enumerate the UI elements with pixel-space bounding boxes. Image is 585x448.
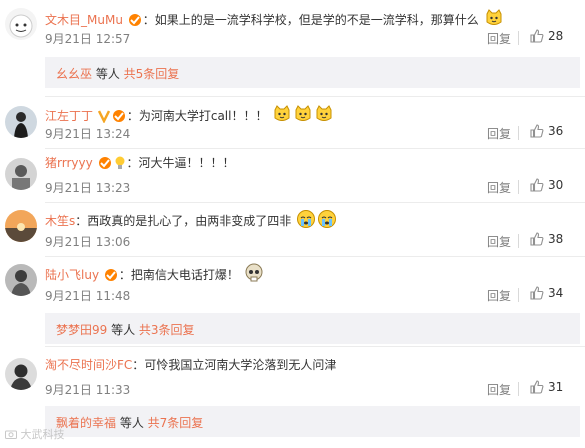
comment-item: 猪rrryyy ：河大牛逼！！！！ 9月21日 13:23 回复 30 — [0, 148, 585, 202]
divider — [518, 126, 519, 140]
comment-item: 文木目_MuMu ：如果上的是一流学科学校，但是学的不是一流学科，那算什么 9月… — [0, 0, 585, 90]
reply-button[interactable]: 回复 — [487, 287, 511, 304]
watermark: 大武科技 — [5, 426, 65, 442]
reply-button[interactable]: 回复 — [487, 179, 511, 196]
reply-button[interactable]: 回复 — [487, 125, 511, 142]
like-button[interactable]: 34 — [530, 286, 563, 300]
thumbs-up-icon — [530, 286, 544, 300]
avatar[interactable] — [5, 358, 37, 390]
comment-time: 9月21日 12:57 — [45, 32, 131, 46]
cat-face-emoji-icon — [272, 104, 292, 128]
divider — [518, 31, 519, 45]
like-button[interactable]: 31 — [530, 380, 563, 394]
like-count: 31 — [548, 380, 564, 394]
view-replies-link[interactable]: 共3条回复 — [139, 323, 195, 337]
username-link[interactable]: 木笙s — [45, 214, 75, 228]
view-replies-link[interactable]: 共5条回复 — [124, 67, 180, 81]
like-button[interactable]: 38 — [530, 232, 563, 246]
thumbs-up-icon — [530, 124, 544, 138]
crying-face-emoji-icon — [317, 209, 337, 233]
reply-button[interactable]: 回复 — [487, 233, 511, 250]
username-link[interactable]: 淘不尽时间沙FC — [45, 358, 132, 372]
sub-replies-box: 梦梦田99 等人 共3条回复 — [45, 313, 580, 344]
cat-face-emoji-icon — [314, 104, 334, 128]
comment-item: 江左丁丁 ：为河南大学打call！！！ 9月21日 13:24 回复 36 — [0, 96, 585, 148]
comment-text: 把南信大电话打爆！ — [130, 268, 239, 282]
comment-line: 文木目_MuMu ：如果上的是一流学科学校，但是学的不是一流学科，那算什么 — [45, 8, 504, 32]
like-button[interactable]: 30 — [530, 178, 563, 192]
sub-reply-suffix: 等人 — [116, 416, 148, 430]
sub-reply-user[interactable]: 幺幺巫 — [56, 67, 92, 81]
comment-text: 可怜我国立河南大学沦落到无人问津 — [144, 358, 337, 372]
sub-reply-user[interactable]: 梦梦田99 — [56, 323, 107, 337]
avatar[interactable] — [5, 210, 37, 242]
comment-text: 西政真的是扎心了，由两非变成了四非 — [87, 214, 292, 228]
thumbs-up-icon — [530, 178, 544, 192]
avatar[interactable] — [5, 8, 37, 40]
like-button[interactable]: 28 — [530, 29, 563, 43]
thumbs-up-icon — [530, 380, 544, 394]
username-link[interactable]: 猪rrryyy — [45, 156, 93, 170]
comment-text: 河大牛逼！！！！ — [138, 156, 235, 170]
divider — [518, 180, 519, 194]
cat-face-emoji-icon — [484, 8, 504, 32]
reply-button[interactable]: 回复 — [487, 381, 511, 398]
reply-button[interactable]: 回复 — [487, 30, 511, 47]
camera-icon — [5, 430, 17, 439]
thumbs-up-icon — [530, 29, 544, 43]
avatar[interactable] — [5, 158, 37, 190]
comment-time: 9月21日 13:24 — [45, 127, 131, 141]
crying-face-emoji-icon — [296, 209, 316, 233]
comment-text: 如果上的是一流学科学校，但是学的不是一流学科，那算什么 — [154, 13, 479, 27]
skull-face-emoji-icon — [244, 263, 264, 287]
sub-reply-suffix: 等人 — [92, 67, 124, 81]
like-count: 30 — [548, 178, 564, 192]
sub-reply-suffix: 等人 — [107, 323, 139, 337]
comment-time: 9月21日 11:48 — [45, 289, 131, 303]
comment-text: 为河南大学打call！！！ — [138, 109, 268, 123]
like-count: 36 — [548, 124, 564, 138]
comment-time: 9月21日 11:33 — [45, 383, 131, 397]
divider — [518, 382, 519, 396]
like-count: 34 — [548, 286, 564, 300]
vip-badge-icon — [104, 268, 118, 286]
cat-face-emoji-icon — [293, 104, 313, 128]
divider — [518, 288, 519, 302]
view-replies-link[interactable]: 共7条回复 — [148, 416, 204, 430]
username-link[interactable]: 江左丁丁 — [45, 109, 93, 123]
vip-badge-icon — [98, 156, 112, 174]
avatar[interactable] — [5, 264, 37, 296]
divider — [518, 234, 519, 248]
like-count: 38 — [548, 232, 564, 246]
watermark-text: 大武科技 — [20, 428, 65, 441]
username-link[interactable]: 文木目_MuMu — [45, 13, 123, 27]
comment-item: 陆小飞luy ：把南信大电话打爆！ 9月21日 11:48 回复 34 梦梦田9… — [0, 256, 585, 346]
comment-item: 淘不尽时间沙FC：可怜我国立河南大学沦落到无人问津 9月21日 11:33 回复… — [0, 346, 585, 448]
sub-reply-user[interactable]: 飘着的幸福 — [56, 416, 116, 430]
comment-item: 木笙s：西政真的是扎心了，由两非变成了四非 9月21日 13:06 回复 38 — [0, 202, 585, 256]
comment-time: 9月21日 13:23 — [45, 181, 131, 195]
sub-replies-box: 飘着的幸福 等人 共7条回复 — [45, 406, 580, 437]
like-count: 28 — [548, 29, 564, 43]
lightbulb-badge-icon — [114, 156, 126, 174]
avatar[interactable] — [5, 106, 37, 138]
like-button[interactable]: 36 — [530, 124, 563, 138]
username-link[interactable]: 陆小飞luy — [45, 268, 99, 282]
comment-time: 9月21日 13:06 — [45, 235, 131, 249]
sub-replies-box: 幺幺巫 等人 共5条回复 — [45, 57, 580, 88]
vip-badge-icon — [128, 13, 142, 31]
thumbs-up-icon — [530, 232, 544, 246]
